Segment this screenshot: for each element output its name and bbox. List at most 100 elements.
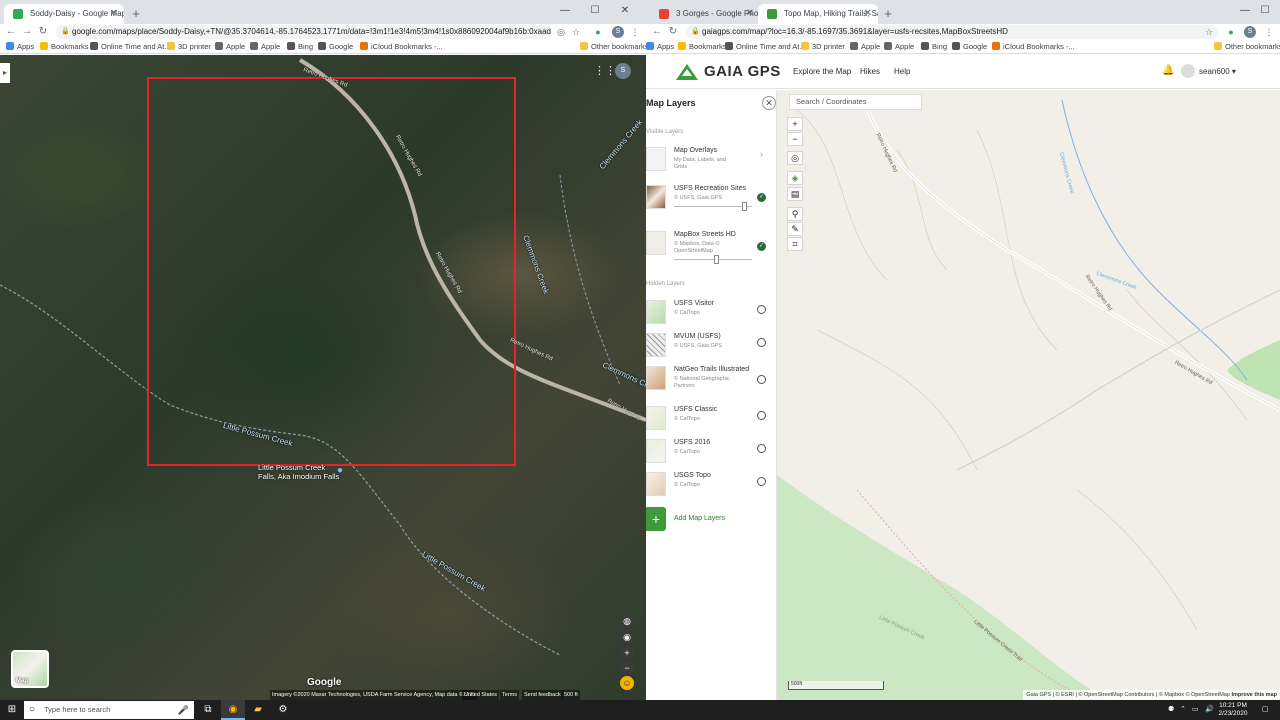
bookmark-bing[interactable]: Bing <box>921 40 947 53</box>
minimize-icon[interactable]: — <box>550 0 580 24</box>
terms-link[interactable]: Terms <box>500 690 519 700</box>
user-tray-icon[interactable]: ⚉ <box>1168 700 1174 720</box>
nav-help[interactable]: Help <box>894 67 910 76</box>
nav-explore-map[interactable]: Explore the Map <box>793 67 851 76</box>
add-map-layers-link[interactable]: Add Map Layers <box>674 515 725 522</box>
nav-hikes[interactable]: Hikes <box>860 67 880 76</box>
menu-icon[interactable]: ⋮ <box>628 25 642 39</box>
gaia-logo[interactable]: GAIA GPS <box>704 63 781 80</box>
close-window-icon[interactable]: ✕ <box>610 0 640 24</box>
send-feedback-link[interactable]: Send feedback <box>522 690 563 700</box>
extension-icon[interactable]: ● <box>1224 25 1238 39</box>
apps-grid-icon[interactable]: ⋮⋮ <box>594 64 616 77</box>
tab-google-photos[interactable]: 3 Gorges - Google Photos ✕ <box>650 4 760 24</box>
bookmark-other[interactable]: Other bookmarks <box>580 40 646 53</box>
user-menu[interactable]: sean600 ▾ <box>1199 67 1236 76</box>
new-tab-button[interactable]: + <box>126 4 146 24</box>
bookmark-apps[interactable]: Apps <box>646 40 674 53</box>
taskbar-search[interactable]: ○ Type here to search 🎤 <box>24 701 194 719</box>
maximize-icon[interactable]: ☐ <box>580 0 610 24</box>
microphone-icon[interactable]: 🎤 <box>178 701 189 719</box>
address-bar[interactable]: 🔒 gaiagps.com/map/?loc=16.3/-85.1697/35.… <box>686 25 1218 39</box>
add-map-layers-button[interactable]: + <box>646 507 666 531</box>
file-explorer-icon[interactable]: ▰ <box>246 700 270 720</box>
close-tab-icon[interactable]: ✕ <box>110 4 118 24</box>
zoom-out-button[interactable]: − <box>787 132 803 146</box>
scale-label[interactable]: 500 ft <box>562 690 580 700</box>
unchecked-radio-icon[interactable] <box>757 375 766 384</box>
draw-route-icon[interactable]: ✎ <box>787 222 803 236</box>
zoom-in-button[interactable]: + <box>787 117 803 131</box>
my-location-icon[interactable]: ◉ <box>620 630 634 644</box>
map-pin-icon[interactable]: ● <box>337 465 343 476</box>
bookmark-google[interactable]: Google <box>952 40 987 53</box>
bookmark-icloud[interactable]: iCloud Bookmarks -... <box>992 40 1075 53</box>
address-bar[interactable]: 🔒 google.com/maps/place/Soddy-Daisy,+TN/… <box>56 25 551 39</box>
settings-gear-icon[interactable]: ⚙ <box>271 700 295 720</box>
back-icon[interactable]: ← <box>650 25 664 39</box>
opacity-slider[interactable] <box>674 255 752 264</box>
windows-start-icon[interactable]: ⊞ <box>0 700 24 720</box>
chevron-up-icon[interactable]: ⌃ <box>1180 700 1186 720</box>
bookmark-3d-printer[interactable]: 3D printer <box>167 40 211 53</box>
bookmark-bookmarks[interactable]: Bookmarks <box>40 40 89 53</box>
location-icon[interactable]: ◎ <box>554 25 568 39</box>
checked-icon[interactable]: ✓ <box>757 242 766 251</box>
bookmark-apps[interactable]: Apps <box>6 40 34 53</box>
bookmark-apple-2[interactable]: Apple <box>884 40 914 53</box>
area-icon[interactable]: ⌗ <box>787 237 803 251</box>
bookmark-apple[interactable]: Apple <box>850 40 880 53</box>
close-panel-button[interactable]: ✕ <box>762 96 776 110</box>
search-input[interactable]: Search / Coordinates <box>789 94 922 110</box>
waterfall-poi-label[interactable]: Little Possum Creek Falls, Aka Imodium F… <box>258 463 340 481</box>
notifications-icon[interactable]: ▢ <box>1262 700 1269 720</box>
checked-icon[interactable]: ✓ <box>757 193 766 202</box>
star-icon[interactable]: ☆ <box>569 25 583 39</box>
user-avatar[interactable] <box>1181 64 1195 78</box>
close-tab-icon[interactable]: ✕ <box>864 4 872 24</box>
bookmark-online-time[interactable]: Online Time and At... <box>90 40 171 53</box>
topo-map[interactable]: Retro Hughes Rd Retro Hughes Rd Retro Hu… <box>777 90 1280 700</box>
waypoint-icon[interactable]: ⚲ <box>787 207 803 221</box>
expand-panel-icon[interactable]: ▸ <box>0 63 10 83</box>
menu-icon[interactable]: ⋮ <box>1262 25 1276 39</box>
bookmark-apple-2[interactable]: Apple <box>250 40 280 53</box>
bell-icon[interactable]: 🔔 <box>1162 65 1174 76</box>
forward-icon[interactable]: → <box>20 25 34 39</box>
network-icon[interactable]: ▭ <box>1192 700 1199 720</box>
chrome-taskbar-icon[interactable]: ◉ <box>221 700 245 720</box>
task-view-icon[interactable]: ⧉ <box>196 700 220 720</box>
unchecked-radio-icon[interactable] <box>757 305 766 314</box>
zoom-in-button[interactable]: + <box>620 646 634 660</box>
unchecked-radio-icon[interactable] <box>757 477 766 486</box>
bookmark-bing[interactable]: Bing <box>287 40 313 53</box>
improve-map-link[interactable]: Improve this map <box>1231 692 1277 698</box>
profile-avatar[interactable]: S <box>1244 26 1256 38</box>
zoom-out-button[interactable]: − <box>620 661 634 675</box>
star-icon[interactable]: ☆ <box>1202 25 1216 39</box>
satellite-map[interactable]: Retro Hughes Rd Retro Hughes Rd Retro Hu… <box>0 55 646 700</box>
reload-icon[interactable]: ↻ <box>36 25 50 39</box>
print-icon[interactable]: ▤ <box>787 187 803 201</box>
pegman-icon[interactable]: ☺ <box>620 676 634 690</box>
bookmark-apple[interactable]: Apple <box>215 40 245 53</box>
unchecked-radio-icon[interactable] <box>757 338 766 347</box>
new-tab-button[interactable]: + <box>878 4 898 24</box>
bookmark-other[interactable]: Other bookmarks <box>1214 40 1280 53</box>
bookmark-online-time[interactable]: Online Time and At... <box>725 40 806 53</box>
locate-icon[interactable]: ◎ <box>787 151 803 165</box>
extension-icon[interactable]: ● <box>591 25 605 39</box>
reload-icon[interactable]: ↻ <box>666 25 680 39</box>
close-tab-icon[interactable]: ✕ <box>746 4 754 24</box>
bookmark-google[interactable]: Google <box>318 40 353 53</box>
country-label[interactable]: United States <box>462 690 500 700</box>
unchecked-radio-icon[interactable] <box>757 411 766 420</box>
unchecked-radio-icon[interactable] <box>757 444 766 453</box>
bookmark-icloud[interactable]: iCloud Bookmarks -... <box>360 40 443 53</box>
tab-gaia-gps[interactable]: Topo Map, Hiking Trails, Satellite ✕ <box>758 4 878 24</box>
maximize-icon[interactable]: ☐ <box>1250 0 1280 24</box>
tab-google-maps[interactable]: Soddy-Daisy - Google Maps ✕ <box>4 4 124 24</box>
opacity-slider[interactable] <box>674 202 752 211</box>
slider-knob[interactable] <box>713 255 719 264</box>
compass-icon[interactable]: ◍ <box>620 614 634 628</box>
